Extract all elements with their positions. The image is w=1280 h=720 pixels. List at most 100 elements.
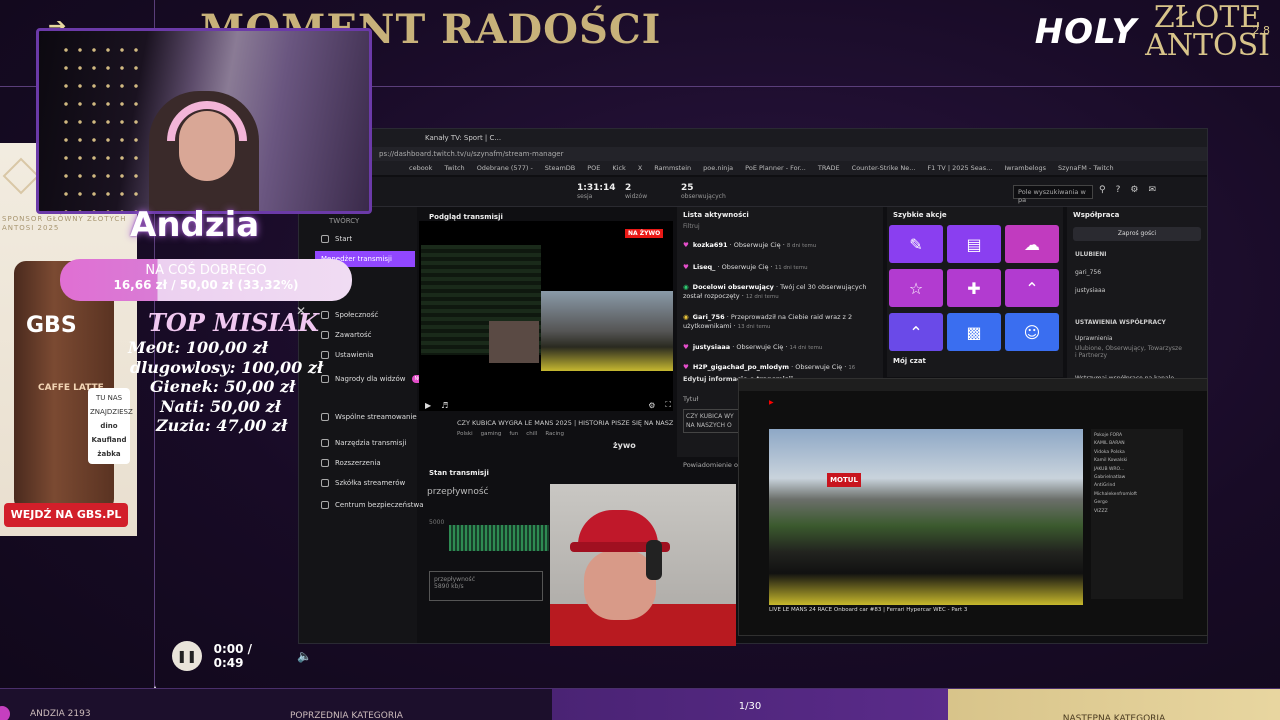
- bookmark[interactable]: Twitch: [444, 164, 464, 172]
- play-icon[interactable]: ▶: [425, 401, 431, 410]
- title-field[interactable]: CZY KUBICA WY NA NASZYCH O: [683, 409, 743, 433]
- favorite-user[interactable]: gari_756: [1075, 269, 1101, 276]
- chat-row: Gabrielnatlaw: [1094, 475, 1126, 481]
- fullscreen-icon[interactable]: ⛶: [665, 400, 671, 410]
- bitrate-graph: [449, 525, 549, 551]
- activity-filter[interactable]: Filtruj: [683, 223, 700, 230]
- bookmark[interactable]: POE: [587, 164, 600, 172]
- bookmark[interactable]: X: [638, 164, 642, 172]
- stat-session: 1:31:14 sesja: [577, 183, 616, 200]
- broadcast-icon[interactable]: ☁: [1005, 225, 1059, 263]
- tag[interactable]: Polski: [457, 431, 473, 437]
- address-bar[interactable]: ps://dashboard.twitch.tv/u/szynafm/strea…: [299, 147, 1207, 161]
- search-input[interactable]: Pole wyszukiwania w pa: [1013, 185, 1093, 204]
- stats-bar: 1:31:14 sesja 2 widzów 25 obserwujących Pol…: [299, 177, 1207, 207]
- chat-row: AntiGrind: [1094, 483, 1116, 489]
- prev-category-button[interactable]: POPRZEDNIA KATEGORIA: [290, 711, 403, 720]
- bookmark[interactable]: Odebrane (577) -: [477, 164, 533, 172]
- sidebar-item-costream[interactable]: Wspólne streamowanie: [321, 413, 417, 421]
- collab-settings-label: USTAWIENIA WSPÓŁPRACY: [1075, 319, 1166, 326]
- tag[interactable]: gaming: [481, 431, 502, 437]
- youtube-logo-icon[interactable]: ▶: [769, 399, 774, 406]
- bookmark[interactable]: Iwrambelogs: [1004, 164, 1046, 172]
- supporter-row: Nati: 50,00 zł: [160, 396, 281, 416]
- pause-button[interactable]: ❚❚: [172, 641, 202, 671]
- quick-actions-title: Szybkie akcje: [893, 211, 947, 219]
- sidebar-header: TWÓRCY: [329, 217, 360, 225]
- current-entry: ANDZIA 2193: [30, 709, 91, 719]
- preview-webcam: [489, 321, 539, 363]
- next-category-button[interactable]: NASTĘPNA KATEGORIA: [948, 689, 1280, 720]
- bookmark[interactable]: TRADE: [818, 164, 840, 172]
- sponsor-cta-button[interactable]: WEJDŹ NA GBS.PL: [4, 503, 128, 527]
- bookmark[interactable]: F1 TV | 2025 Seas...: [927, 164, 992, 172]
- brand-antosi: ZŁOTE ANTOSI: [1145, 0, 1270, 63]
- sidebar-item-content[interactable]: Zawartość: [321, 331, 372, 339]
- preview-controls: ▶ ♬ ⚙ ⛶: [425, 399, 671, 411]
- shield-icon: [321, 501, 329, 509]
- sidebar-item-start[interactable]: Start: [321, 235, 352, 243]
- category-nav-bar: ANDZIA 2193 POPRZEDNIA KATEGORIA 1/30 NA…: [0, 688, 1280, 720]
- shop-item: żabka: [97, 450, 121, 458]
- bookmark[interactable]: Counter-Strike Ne...: [852, 164, 916, 172]
- activity-item: ◉ Docelowi obserwujący · Twój cel 30 obse…: [683, 283, 867, 300]
- chat-row: Kamil Kowalski: [1094, 458, 1128, 464]
- academy-icon: [321, 479, 329, 487]
- sidebar-item-tools[interactable]: Narzędzia transmisji: [321, 439, 406, 447]
- preview-onboard: [541, 291, 673, 371]
- bitrate-box: przepływność 5890 kb/s: [429, 571, 543, 601]
- permissions-desc[interactable]: Ulubione, Obserwujący, Towarzysze i Part…: [1075, 345, 1185, 359]
- search-icon[interactable]: ⚲: [1099, 185, 1106, 195]
- bookmark[interactable]: poe.ninja: [703, 164, 733, 172]
- add-user-icon[interactable]: ✚: [947, 269, 1001, 307]
- yt-video-player[interactable]: MOTUL: [769, 429, 1083, 605]
- stat-viewers: 2 widzów: [625, 183, 648, 200]
- community-icon: [321, 311, 329, 319]
- invite-guests-button[interactable]: Zaproś gości: [1073, 227, 1201, 241]
- emote-icon[interactable]: ☺: [1005, 313, 1059, 351]
- inbox-icon[interactable]: ✉: [1148, 185, 1156, 195]
- brand-holy: HOLY: [1034, 12, 1138, 52]
- sidebar-item-community[interactable]: Społeczność: [321, 311, 378, 319]
- favorite-user[interactable]: justysiaaa: [1075, 287, 1105, 294]
- star-icon[interactable]: ☆: [889, 269, 943, 307]
- yt-tabbar: [739, 379, 1207, 391]
- stream-overlay: ➔ MOMENT RADOŚCI HOLY ZŁOTE ANTOSI 2.8 S…: [0, 0, 1280, 720]
- volume-icon[interactable]: 🔈: [297, 649, 312, 663]
- home-icon: [321, 235, 329, 243]
- stream-preview[interactable]: [419, 221, 673, 411]
- activity-item: ♥ Liseq_ · Obserwuje Cię · 11 dni temu: [683, 263, 808, 271]
- activity-item: ♥ kozka691 · Obserwuje Cię · 8 dni temu: [683, 241, 817, 249]
- sidebar-item-academy[interactable]: Szkółka streamerów: [321, 479, 405, 487]
- tag[interactable]: Racing: [545, 431, 564, 437]
- brand-year: 2.8: [1252, 24, 1271, 37]
- settings-icon[interactable]: ⚙: [648, 401, 655, 410]
- bookmark[interactable]: Kick: [612, 164, 625, 172]
- bookmark[interactable]: cebook: [409, 164, 432, 172]
- settings-icon[interactable]: ⚙: [1130, 185, 1138, 195]
- activity-title: Lista aktywności: [683, 211, 749, 219]
- collab-title: Współpraca: [1073, 211, 1120, 219]
- raid-alt-icon[interactable]: ⌃: [889, 313, 943, 351]
- browser-tab[interactable]: Kanały TV: Sport | C...: [425, 134, 501, 142]
- bookmark[interactable]: PoE Planner - For...: [745, 164, 806, 172]
- tag[interactable]: chill: [526, 431, 537, 437]
- bookmark[interactable]: SteamDB: [545, 164, 575, 172]
- bookmark[interactable]: Rammstein: [654, 164, 691, 172]
- raid-icon[interactable]: ⌃: [1005, 269, 1059, 307]
- help-icon[interactable]: ?: [1116, 185, 1121, 195]
- shops-list: TU NAS ZNAJDZIESZ dino Kaufland żabka: [88, 388, 133, 464]
- tag[interactable]: fun: [509, 431, 518, 437]
- browser-tabs: Kanały TV: Sport | C...: [299, 129, 1207, 147]
- volume-icon[interactable]: ♬: [441, 401, 448, 410]
- edit-icon[interactable]: ✎: [889, 225, 943, 263]
- clip-icon[interactable]: ▤: [947, 225, 1001, 263]
- chat-icon[interactable]: ▩: [947, 313, 1001, 351]
- chevron-left-icon: [2, 157, 40, 195]
- sidebar-item-settings[interactable]: Ustawienia: [321, 351, 373, 359]
- sponsor-text: SPONSOR GŁÓWNY ZŁOTYCH ANTOSI 2025: [2, 215, 127, 232]
- sidebar-item-extensions[interactable]: Rozszerzenia: [321, 459, 381, 467]
- sidebar-item-safety[interactable]: Centrum bezpieczeństwa: [321, 501, 424, 509]
- bookmark[interactable]: SzynaFM - Twitch: [1058, 164, 1114, 172]
- tools-icon: [321, 439, 329, 447]
